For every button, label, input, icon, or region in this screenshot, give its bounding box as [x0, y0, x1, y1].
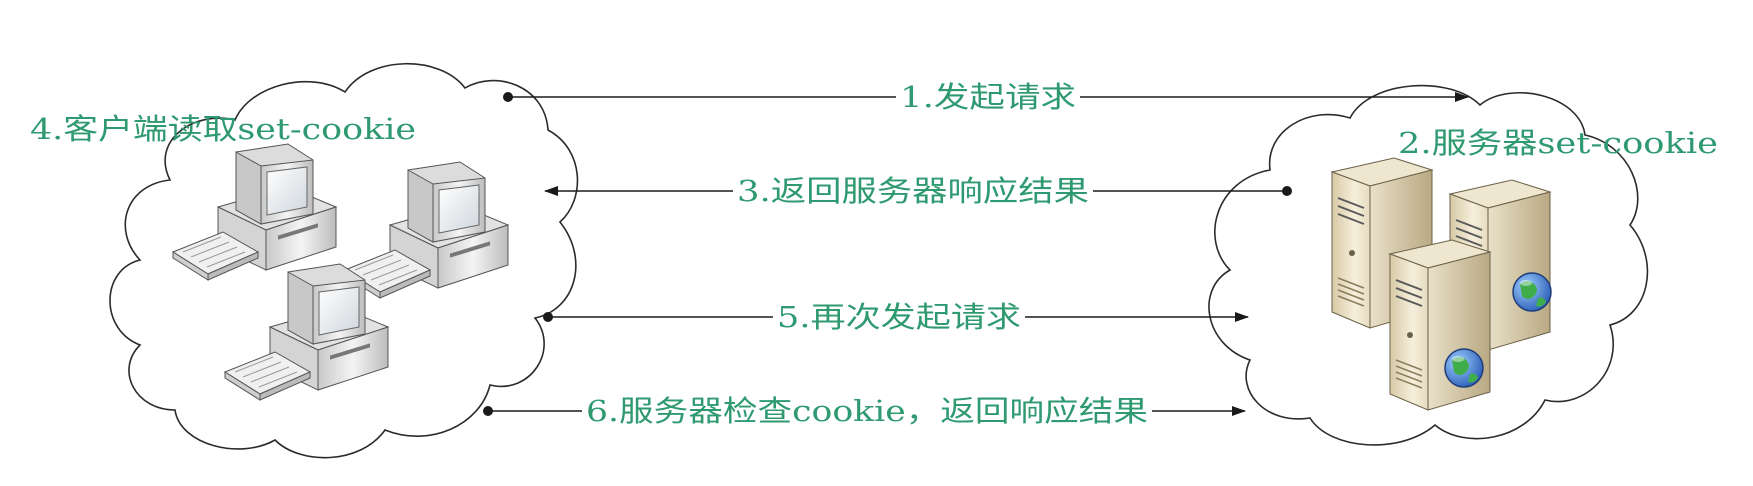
- server-set-label: 2.服务器set-cookie: [1398, 126, 1718, 160]
- arrow-label-request-again: 5.再次发起请求: [777, 300, 1021, 334]
- arrow-label-check-cookie: 6.服务器检查cookie，返回响应结果: [586, 394, 1148, 428]
- arrow-label-request: 1.发起请求: [900, 80, 1076, 114]
- globe-icon: [1444, 348, 1484, 388]
- cookie-flow-diagram: 1.发起请求 3.返回服务器响应结果 5.再次发起请求 6.服务器检查cooki…: [30, 62, 1718, 459]
- globe-icon: [1512, 272, 1552, 312]
- client-read-label: 4.客户端读取set-cookie: [30, 112, 416, 146]
- server-icon: [1389, 239, 1491, 411]
- arrow-label-response: 3.返回服务器响应结果: [737, 174, 1089, 208]
